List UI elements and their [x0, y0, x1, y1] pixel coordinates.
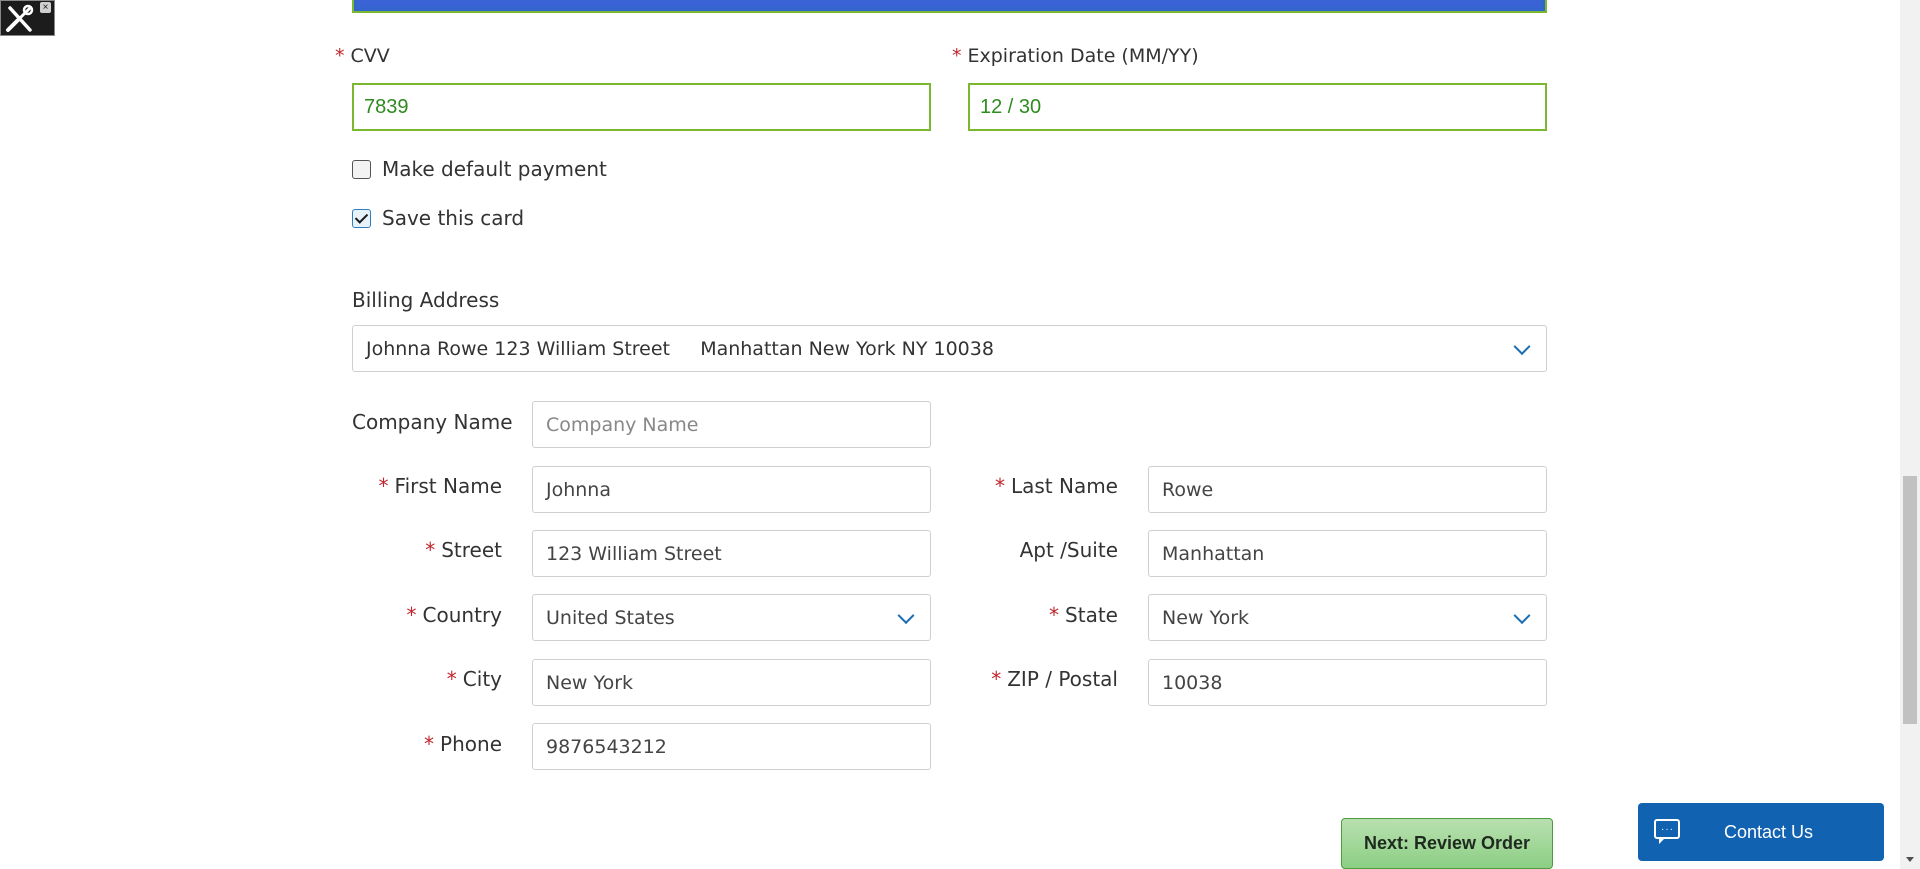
state-label-text: State: [1065, 603, 1118, 627]
street-label-text: Street: [441, 538, 502, 562]
zip-label: * ZIP / Postal: [968, 667, 1118, 691]
phone-input[interactable]: 9876543212: [532, 723, 931, 770]
zip-label-text: ZIP / Postal: [1007, 667, 1118, 691]
required-mark: *: [991, 667, 1002, 691]
country-select[interactable]: United States: [532, 594, 931, 641]
city-label-text: City: [462, 667, 502, 691]
devtools-close-icon[interactable]: ×: [40, 2, 51, 13]
billing-address-heading: Billing Address: [352, 288, 500, 312]
chevron-down-icon: [1513, 337, 1531, 355]
city-label: * City: [352, 667, 502, 691]
required-mark: *: [378, 474, 389, 498]
first-name-value: Johnna: [546, 478, 611, 501]
street-value: 123 William Street: [546, 542, 722, 565]
make-default-label[interactable]: Make default payment: [382, 157, 607, 181]
first-name-input[interactable]: Johnna: [532, 466, 931, 513]
tools-icon: [6, 4, 34, 32]
chevron-down-icon: [897, 606, 915, 624]
required-mark: *: [424, 732, 435, 756]
make-default-checkbox[interactable]: [352, 160, 371, 179]
scroll-down-arrow-icon[interactable]: [1905, 855, 1915, 865]
country-value: United States: [546, 606, 675, 629]
required-mark: *: [425, 538, 436, 562]
country-label: * Country: [352, 603, 502, 627]
zip-input[interactable]: 10038: [1148, 659, 1547, 706]
billing-address-select[interactable]: Johnna Rowe 123 William Street Manhattan…: [352, 325, 1547, 372]
expiration-input[interactable]: 12 / 30: [968, 83, 1547, 131]
state-value: New York: [1162, 606, 1250, 629]
save-card-label[interactable]: Save this card: [382, 206, 524, 230]
last-name-value: Rowe: [1162, 478, 1214, 501]
apt-suite-label: Apt /Suite: [1019, 538, 1118, 562]
required-mark: *: [446, 667, 457, 691]
first-name-label-text: First Name: [394, 474, 502, 498]
chevron-down-icon: [1513, 606, 1531, 624]
company-name-input[interactable]: Company Name: [532, 401, 931, 448]
zip-value: 10038: [1162, 671, 1223, 694]
phone-label: * Phone: [352, 732, 502, 756]
billing-address-value: Johnna Rowe 123 William Street Manhattan…: [366, 337, 994, 360]
required-mark: *: [1049, 603, 1060, 627]
chat-icon: ···: [1654, 819, 1680, 844]
devtools-widget[interactable]: ×: [0, 0, 55, 36]
city-input[interactable]: New York: [532, 659, 931, 706]
company-name-placeholder: Company Name: [546, 413, 699, 436]
last-name-label-text: Last Name: [1010, 474, 1118, 498]
first-name-label: * First Name: [352, 474, 502, 498]
last-name-label: * Last Name: [968, 474, 1118, 498]
phone-label-text: Phone: [440, 732, 502, 756]
country-label-text: Country: [422, 603, 502, 627]
apt-suite-value: Manhattan: [1162, 542, 1265, 565]
last-name-input[interactable]: Rowe: [1148, 466, 1547, 513]
required-mark: *: [335, 45, 345, 67]
expiration-value: 12 / 30: [980, 95, 1042, 118]
company-name-label: Company Name: [352, 410, 513, 434]
cvv-value: 7839: [364, 95, 409, 118]
next-review-order-button[interactable]: Next: Review Order: [1341, 818, 1553, 869]
page-scrollbar[interactable]: [1900, 0, 1920, 869]
save-card-checkbox[interactable]: [352, 209, 371, 228]
contact-us-button[interactable]: ··· Contact Us: [1638, 803, 1884, 861]
card-header-bar: [352, 0, 1547, 13]
required-mark: *: [406, 603, 417, 627]
cvv-label: * CVV: [335, 45, 390, 67]
state-select[interactable]: New York: [1148, 594, 1547, 641]
required-mark: *: [952, 45, 962, 67]
apt-suite-input[interactable]: Manhattan: [1148, 530, 1547, 577]
cvv-label-text: CVV: [350, 45, 390, 67]
street-label: * Street: [352, 538, 502, 562]
expiration-label-text: Expiration Date (MM/YY): [967, 45, 1199, 67]
cvv-input[interactable]: 7839: [352, 83, 931, 131]
city-value: New York: [546, 671, 634, 694]
expiration-label: * Expiration Date (MM/YY): [952, 45, 1199, 67]
required-mark: *: [994, 474, 1005, 498]
phone-value: 9876543212: [546, 735, 667, 758]
state-label: * State: [968, 603, 1118, 627]
contact-us-label: Contact Us: [1724, 821, 1814, 842]
scrollbar-thumb[interactable]: [1903, 476, 1917, 724]
street-input[interactable]: 123 William Street: [532, 530, 931, 577]
